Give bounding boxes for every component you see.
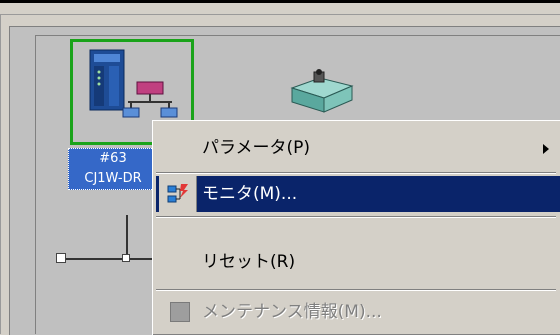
menu-item-monitor[interactable]: モニタ(M)... [156, 176, 560, 212]
submenu-arrow-icon [543, 144, 549, 154]
node-address: #63 [99, 151, 127, 166]
menu-separator [156, 216, 556, 218]
terminal-block-icon [290, 69, 354, 113]
canvas-inner-left-edge [35, 35, 36, 334]
bus-junction [122, 254, 130, 262]
canvas-inner-edge [35, 35, 560, 36]
menu-item-label: パラメータ(P) [202, 138, 311, 158]
node-model: CJ1W-DR [84, 171, 142, 186]
menu-item-label: リセット(R) [202, 252, 296, 272]
menu-separator [156, 172, 556, 174]
network-drop-line [126, 215, 128, 259]
io-device-icon[interactable] [280, 60, 360, 120]
menu-item-parameter[interactable]: パラメータ(P) [156, 130, 560, 166]
network-bus-line [62, 258, 162, 260]
menu-item-reset[interactable]: リセット(R) [156, 244, 560, 280]
menu-separator [156, 289, 556, 291]
window-edge [0, 14, 560, 15]
bus-terminator [56, 253, 66, 263]
menu-item-label: モニタ(M)... [202, 184, 298, 204]
maintenance-icon [170, 302, 190, 322]
menu-item-label: メンテナンス情報(M)... [202, 302, 382, 322]
context-menu: パラメータ(P) モニタ(M)... リセット(R) メンテナンス情報(M)..… [152, 120, 560, 335]
node-label[interactable]: #63 CJ1W-DR [68, 148, 158, 190]
menu-item-maintenance-info[interactable]: メンテナンス情報(M)... [156, 294, 560, 330]
window-left-edge [0, 14, 1, 334]
monitor-icon [167, 184, 188, 203]
